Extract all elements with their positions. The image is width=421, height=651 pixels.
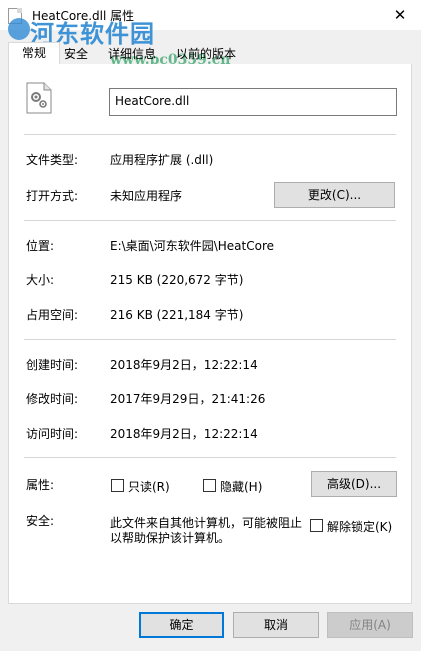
unblock-checkbox[interactable] bbox=[310, 519, 323, 532]
close-icon[interactable]: ✕ bbox=[385, 0, 415, 30]
file-type-value: 应用程序扩展 (.dll) bbox=[110, 153, 214, 167]
unblock-label[interactable]: 解除锁定(K) bbox=[327, 518, 392, 535]
cancel-button[interactable]: 取消 bbox=[233, 612, 319, 638]
file-name-field[interactable]: HeatCore.dll bbox=[109, 88, 397, 116]
accessed-value: 2018年9月2日，12:22:14 bbox=[110, 427, 258, 441]
tab-details[interactable]: 详细信息 bbox=[108, 44, 156, 64]
change-button[interactable]: 更改(C)... bbox=[274, 182, 395, 208]
watermark-logo-icon bbox=[8, 18, 30, 40]
readonly-label[interactable]: 只读(R) bbox=[128, 478, 170, 495]
hidden-label[interactable]: 隐藏(H) bbox=[220, 478, 262, 495]
separator bbox=[24, 220, 396, 221]
separator bbox=[24, 134, 396, 135]
attributes-label: 属性: bbox=[26, 478, 55, 492]
security-text-line-2: 以帮助保护该计算机。 bbox=[110, 531, 231, 545]
location-label: 位置: bbox=[26, 239, 55, 253]
hidden-checkbox[interactable] bbox=[203, 479, 216, 492]
security-label: 安全: bbox=[26, 514, 55, 528]
readonly-checkbox[interactable] bbox=[111, 479, 124, 492]
advanced-button[interactable]: 高级(D)... bbox=[311, 471, 397, 497]
modified-value: 2017年9月29日，21:41:26 bbox=[110, 392, 266, 406]
separator bbox=[24, 457, 396, 458]
separator bbox=[24, 339, 396, 340]
dll-gear-file-icon bbox=[26, 82, 52, 114]
opens-with-label: 打开方式: bbox=[26, 189, 79, 203]
apply-button[interactable]: 应用(A) bbox=[327, 612, 413, 638]
file-type-label: 文件类型: bbox=[26, 153, 79, 167]
disk-size-label: 占用空间: bbox=[26, 308, 79, 322]
tab-previous-versions[interactable]: 以前的版本 bbox=[176, 44, 236, 64]
disk-size-value: 216 KB (221,184 字节) bbox=[110, 308, 244, 322]
size-label: 大小: bbox=[26, 273, 55, 287]
tab-general[interactable]: 常规 bbox=[8, 42, 60, 65]
location-value: E:\桌面\河东软件园\HeatCore bbox=[110, 239, 274, 253]
accessed-label: 访问时间: bbox=[26, 427, 79, 441]
tab-bar: 常规 安全 详细信息 以前的版本 bbox=[8, 42, 412, 65]
created-label: 创建时间: bbox=[26, 358, 79, 372]
opens-with-value: 未知应用程序 bbox=[110, 189, 183, 203]
modified-label: 修改时间: bbox=[26, 392, 79, 406]
ok-button[interactable]: 确定 bbox=[139, 612, 224, 638]
tab-security[interactable]: 安全 bbox=[64, 44, 88, 64]
size-value: 215 KB (220,672 字节) bbox=[110, 273, 244, 287]
created-value: 2018年9月2日，12:22:14 bbox=[110, 358, 258, 372]
